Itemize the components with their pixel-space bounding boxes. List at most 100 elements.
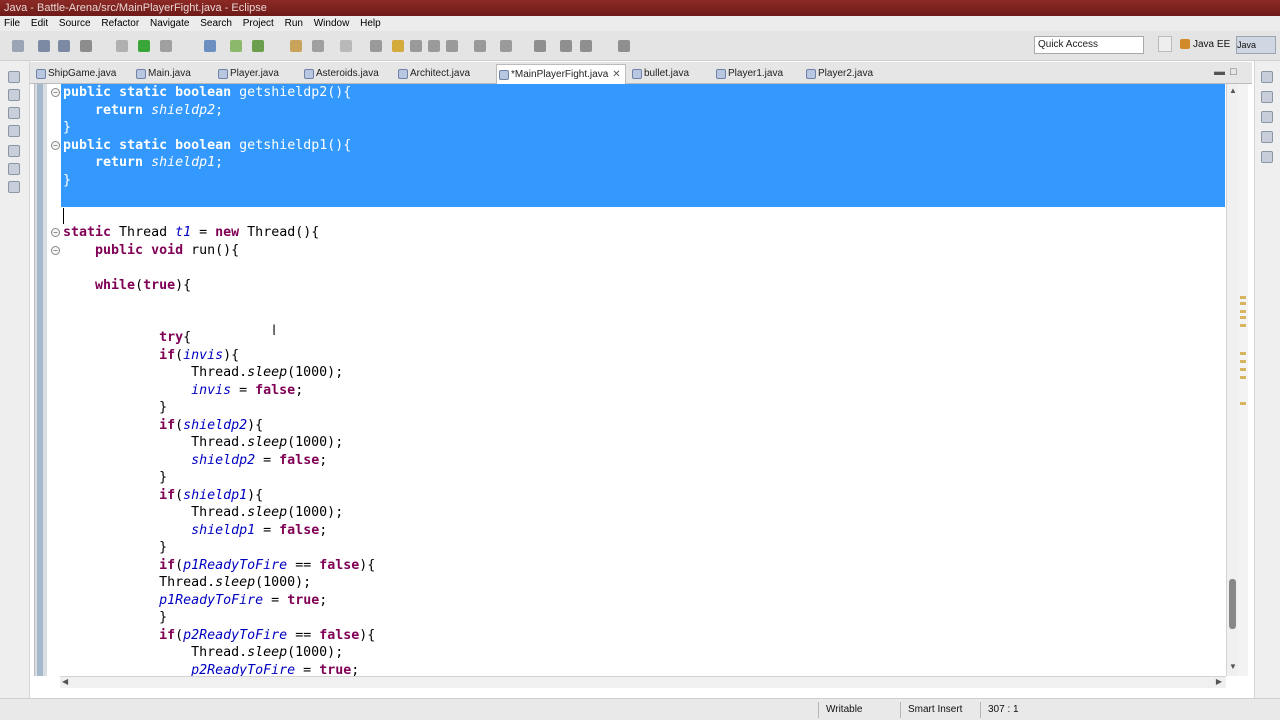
- tab-main[interactable]: Main.java: [134, 64, 191, 84]
- tab-player1[interactable]: Player1.java: [714, 64, 783, 84]
- open-perspective-button[interactable]: [1158, 36, 1172, 52]
- menu-run[interactable]: Run: [281, 16, 307, 31]
- fold-collapse-icon[interactable]: −: [51, 141, 60, 150]
- maximize-editor-icon[interactable]: □: [1230, 66, 1237, 78]
- occurrence-marker[interactable]: [1240, 360, 1246, 363]
- mouse-ibeam-cursor: Ι: [272, 323, 277, 339]
- perspective-java-button[interactable]: Java: [1236, 36, 1276, 54]
- show-whitespace-icon[interactable]: [428, 40, 440, 52]
- back-icon[interactable]: [534, 40, 546, 52]
- new-class-icon[interactable]: [230, 40, 242, 52]
- scroll-right-icon[interactable]: ▶: [1216, 677, 1222, 686]
- package-explorer-icon[interactable]: [8, 89, 20, 101]
- menu-search[interactable]: Search: [196, 16, 236, 31]
- external-tools-icon[interactable]: [160, 40, 172, 52]
- restore-icon[interactable]: [8, 71, 20, 83]
- fold-collapse-icon[interactable]: −: [51, 246, 60, 255]
- minimize-icon[interactable]: [8, 145, 20, 157]
- open-type-icon[interactable]: [290, 40, 302, 52]
- occurrence-marker[interactable]: [1240, 368, 1246, 371]
- last-edit-icon[interactable]: [474, 40, 486, 52]
- new-package-icon[interactable]: [252, 40, 264, 52]
- occurrence-marker[interactable]: [1240, 402, 1246, 405]
- menu-window[interactable]: Window: [310, 16, 354, 31]
- status-separator: [818, 702, 819, 718]
- task-list-icon[interactable]: [1261, 91, 1273, 103]
- next-edit-icon[interactable]: [500, 40, 512, 52]
- code-line: return shieldp1;: [95, 155, 224, 170]
- outline-icon[interactable]: [8, 181, 20, 193]
- close-tab-icon[interactable]: ✕: [612, 69, 620, 80]
- occurrence-marker[interactable]: [1240, 316, 1246, 319]
- perspective-javaee-label: Java EE: [1193, 39, 1231, 50]
- type-hierarchy-icon[interactable]: [8, 107, 20, 119]
- code-line: shieldp1 = false;: [191, 522, 328, 538]
- tab-bullet[interactable]: bullet.java: [630, 64, 689, 84]
- open-task-icon[interactable]: [312, 40, 324, 52]
- quick-access-input[interactable]: Quick Access: [1034, 36, 1144, 54]
- code-line: }: [63, 610, 168, 625]
- javaee-icon: [1180, 39, 1190, 50]
- code-line: Thread.sleep(1000);: [63, 365, 344, 380]
- occurrence-marker[interactable]: [1240, 376, 1246, 379]
- occurrence-marker[interactable]: [1240, 352, 1246, 355]
- occurrence-marker[interactable]: [1240, 310, 1246, 313]
- scroll-up-icon[interactable]: ▲: [1229, 86, 1237, 95]
- pin-icon[interactable]: [618, 40, 630, 52]
- status-cursor-position: 307 : 1: [988, 704, 1019, 715]
- javadoc-icon[interactable]: [1261, 151, 1273, 163]
- new-icon[interactable]: [12, 40, 24, 52]
- menu-edit[interactable]: Edit: [27, 16, 52, 31]
- tab-player2[interactable]: Player2.java: [804, 64, 873, 84]
- horizontal-scrollbar[interactable]: ◀ ▶: [60, 676, 1226, 688]
- outline-view-icon[interactable]: [1261, 111, 1273, 123]
- code-editor[interactable]: − − − − public static boolean getshieldp…: [34, 84, 1238, 676]
- restore-icon[interactable]: [1261, 71, 1273, 83]
- console-icon[interactable]: [8, 125, 20, 137]
- problems-icon[interactable]: [1261, 131, 1273, 143]
- toggle-mark-icon[interactable]: [340, 40, 352, 52]
- history-icon[interactable]: [580, 40, 592, 52]
- navigator-icon[interactable]: [8, 163, 20, 175]
- edit-icon[interactable]: [410, 40, 422, 52]
- forward-icon[interactable]: [560, 40, 572, 52]
- occurrence-marker[interactable]: [1240, 296, 1246, 299]
- debug-icon[interactable]: [116, 40, 128, 52]
- tab-architect[interactable]: Architect.java: [396, 64, 470, 84]
- occurrence-marker[interactable]: [1240, 302, 1246, 305]
- menu-help[interactable]: Help: [356, 16, 385, 31]
- status-writable: Writable: [826, 704, 863, 715]
- run-icon[interactable]: [138, 40, 150, 52]
- save-icon[interactable]: [38, 40, 50, 52]
- tab-mainplayerfight[interactable]: *MainPlayerFight.java ✕: [496, 64, 626, 85]
- menu-project[interactable]: Project: [239, 16, 278, 31]
- next-annotation-icon[interactable]: [370, 40, 382, 52]
- scroll-left-icon[interactable]: ◀: [62, 677, 68, 686]
- window-title-bar: Java - Battle-Arena/src/MainPlayerFight.…: [0, 0, 1280, 16]
- vertical-scrollbar[interactable]: ▲ ▼: [1226, 84, 1238, 676]
- minimize-editor-icon[interactable]: ▬: [1214, 66, 1225, 78]
- annotation-icon[interactable]: [392, 40, 404, 52]
- menu-source[interactable]: Source: [55, 16, 95, 31]
- fold-collapse-icon[interactable]: −: [51, 88, 60, 97]
- scroll-down-icon[interactable]: ▼: [1229, 662, 1237, 671]
- fold-collapse-icon[interactable]: −: [51, 228, 60, 237]
- tab-player[interactable]: Player.java: [216, 64, 279, 84]
- code-line: static Thread t1 = new Thread(){: [63, 225, 320, 240]
- print-icon[interactable]: [80, 40, 92, 52]
- search-icon[interactable]: [204, 40, 216, 52]
- tab-asteroids[interactable]: Asteroids.java: [302, 64, 379, 84]
- tab-label: *MainPlayerFight.java: [511, 69, 609, 80]
- menu-refactor[interactable]: Refactor: [97, 16, 143, 31]
- menu-file[interactable]: File: [0, 16, 24, 31]
- status-insert-mode[interactable]: Smart Insert: [908, 703, 962, 717]
- block-selection-icon[interactable]: [446, 40, 458, 52]
- menu-navigate[interactable]: Navigate: [146, 16, 193, 31]
- occurrence-marker[interactable]: [1240, 324, 1246, 327]
- scroll-thumb[interactable]: [1229, 579, 1236, 629]
- code-line: Thread.sleep(1000);: [63, 505, 344, 520]
- save-all-icon[interactable]: [58, 40, 70, 52]
- perspective-javaee-button[interactable]: Java EE: [1180, 36, 1232, 54]
- code-line: if(shieldp2){: [159, 417, 264, 433]
- tab-shipgame[interactable]: ShipGame.java: [34, 64, 116, 84]
